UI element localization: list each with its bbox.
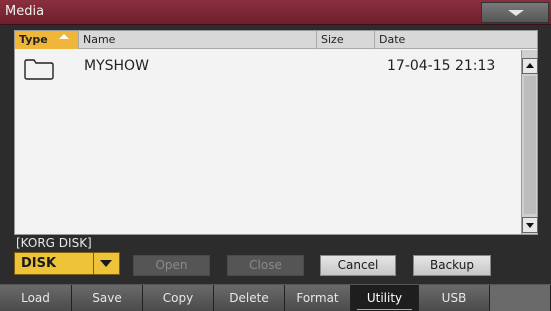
column-name-label: Name [83,33,116,46]
tab-bar: Load Save Copy Delete Format Utility USB [0,284,551,311]
list-header: Type Name Size Date [15,31,537,49]
tab-usb[interactable]: USB [419,285,490,311]
page-menu-button[interactable] [481,2,549,23]
chevron-down-icon [100,260,112,267]
device-select-value: DISK [21,256,57,271]
table-row[interactable]: MYSHOW 17-04-15 21:13 [15,51,520,81]
file-date: 17-04-15 21:13 [387,58,496,74]
scroll-down-button[interactable] [522,217,538,233]
window-title: Media [5,4,45,19]
column-type-header[interactable]: Type [15,31,79,49]
tab-utility[interactable]: Utility [351,285,419,311]
close-button[interactable]: Close [227,255,304,276]
tab-delete[interactable]: Delete [214,285,285,311]
scroll-track[interactable] [524,76,536,214]
column-date-header[interactable]: Date [375,31,537,49]
device-label: [KORG DISK] [16,236,92,250]
column-type-label: Type [19,33,48,46]
tab-empty [490,285,551,311]
sort-ascending-icon [59,34,69,39]
chevron-down-icon [508,10,524,16]
arrow-down-icon [526,223,534,228]
tab-save[interactable]: Save [72,285,143,311]
column-name-header[interactable]: Name [79,31,317,49]
file-list: Type Name Size Date MYSHOW 17-04-15 21:1… [14,30,538,235]
title-bar: Media [0,0,551,25]
column-size-label: Size [321,33,344,46]
arrow-up-icon [526,63,534,68]
device-select[interactable]: DISK [14,252,120,275]
tab-load[interactable]: Load [0,285,72,311]
backup-button[interactable]: Backup [413,255,491,276]
tab-format[interactable]: Format [285,285,351,311]
column-size-header[interactable]: Size [317,31,375,49]
file-name: MYSHOW [84,58,149,74]
column-date-label: Date [379,33,406,46]
select-divider [93,253,94,274]
folder-icon [24,59,54,80]
cancel-button[interactable]: Cancel [320,255,396,276]
scroll-up-button[interactable] [522,58,538,74]
open-button[interactable]: Open [133,255,210,276]
tab-copy[interactable]: Copy [143,285,214,311]
vertical-scrollbar[interactable] [521,50,538,234]
